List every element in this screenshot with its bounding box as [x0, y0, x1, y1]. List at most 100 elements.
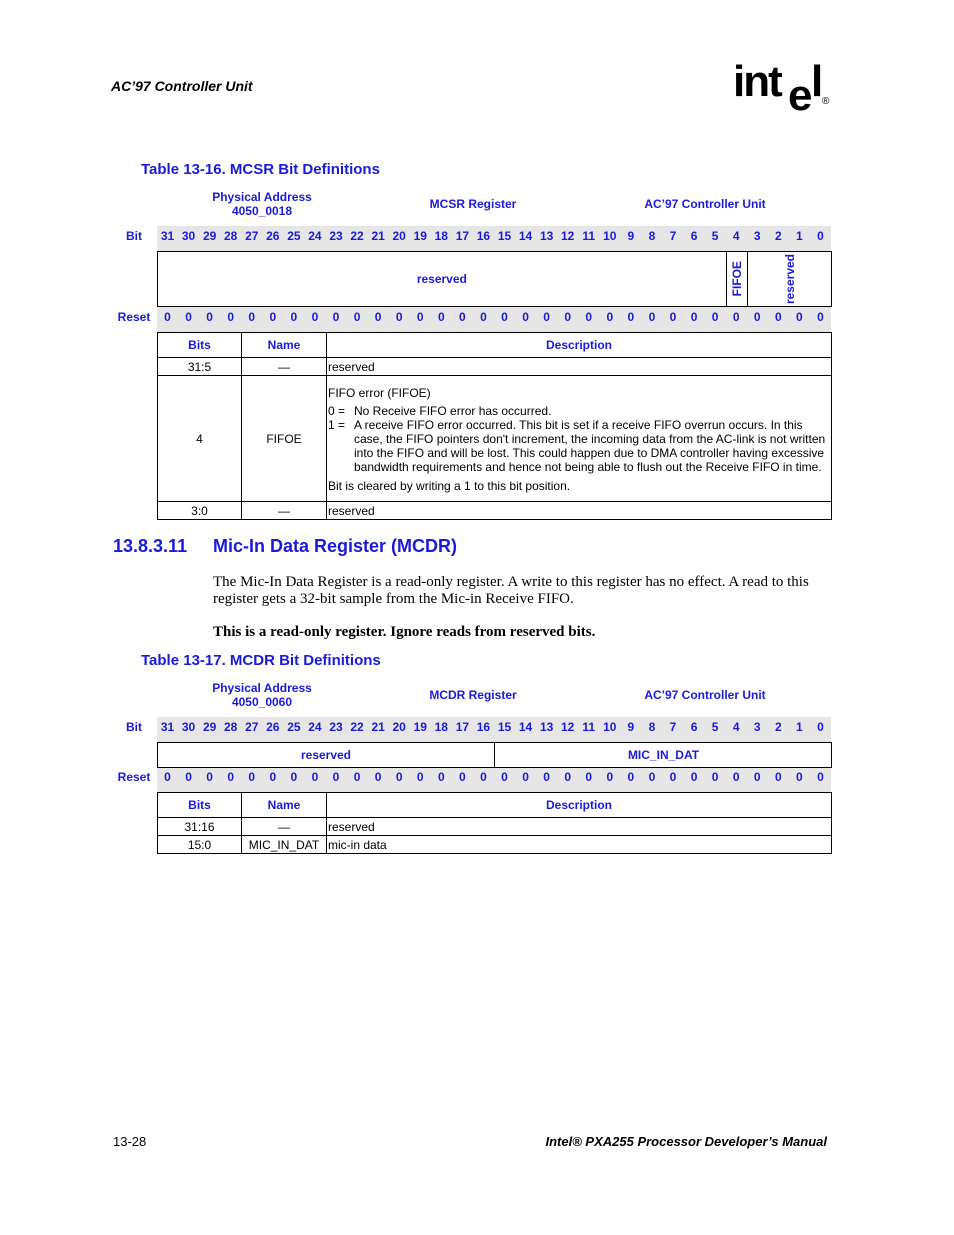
- register-field-label: reserved: [300, 748, 352, 762]
- bit-number: 22: [350, 720, 364, 734]
- reset-value: 0: [459, 310, 466, 324]
- register-field: reserved: [158, 743, 495, 767]
- reset-value: 0: [690, 770, 698, 784]
- bit-number: 14: [518, 229, 533, 243]
- table2-unit-name: AC’97 Controller Unit: [644, 688, 766, 702]
- bit-number: 17: [455, 720, 470, 734]
- bit-number: 23: [329, 229, 343, 243]
- reset-value: 0: [248, 310, 256, 324]
- item-value: No Receive FIFO error has occurred.: [354, 403, 552, 418]
- bit-number: 1: [796, 229, 803, 243]
- table-header-row: Bits Name Description: [157, 792, 832, 818]
- row-bits: 31:5: [157, 357, 242, 376]
- bit-number: 24: [308, 229, 322, 243]
- reset-value: 0: [459, 770, 466, 784]
- register-field: MIC_IN_DAT: [495, 743, 832, 767]
- bit-number: 8: [648, 720, 656, 734]
- row-description: reserved: [326, 357, 832, 376]
- col-name-header: Name: [241, 792, 327, 818]
- row-name: —: [241, 501, 327, 520]
- bit-number: 3: [753, 720, 761, 734]
- bit-number: 16: [476, 720, 491, 734]
- table1-bit-label: Bit: [126, 229, 142, 243]
- bit-number: 15: [497, 720, 512, 734]
- physical-address-value: 4050_0060: [231, 695, 293, 709]
- table1-reset-label: Reset: [117, 310, 151, 324]
- svg-text:®: ®: [822, 96, 830, 107]
- reset-value: 0: [185, 770, 192, 784]
- reset-value: 0: [164, 770, 171, 784]
- reset-value: 0: [501, 310, 508, 324]
- description-item: 1 = A receive FIFO error occurred. This …: [328, 418, 830, 474]
- bit-number: 15: [497, 229, 512, 243]
- bit-number: 25: [287, 720, 301, 734]
- reset-value: 0: [606, 310, 614, 324]
- section-note: This is a read-only register. Ignore rea…: [213, 624, 596, 640]
- bit-number: 11: [582, 720, 596, 734]
- reset-value: 0: [416, 310, 424, 324]
- bit-number: 14: [518, 720, 533, 734]
- bit-number: 18: [434, 720, 448, 734]
- bit-number: 29: [202, 229, 217, 243]
- row-bits: 4: [157, 375, 242, 502]
- reset-value: 0: [690, 310, 698, 324]
- bit-number: 7: [669, 229, 677, 243]
- reset-value: 0: [711, 310, 719, 324]
- reset-value: 0: [796, 310, 803, 324]
- reset-value: 0: [269, 770, 277, 784]
- bit-number: 13: [539, 720, 554, 734]
- section-paragraph: The Mic-In Data Register is a read-only …: [213, 574, 809, 607]
- table-row: 31:5 — reserved: [157, 357, 832, 376]
- register-field: reserved: [748, 252, 832, 306]
- table1-unit-name: AC’97 Controller Unit: [644, 197, 766, 211]
- reset-value: 0: [796, 770, 803, 784]
- description-item: 0 = No Receive FIFO error has occurred.: [328, 404, 830, 418]
- item-key: 0 =: [328, 403, 346, 418]
- reset-value: 0: [395, 310, 403, 324]
- reset-value: 0: [817, 310, 824, 324]
- bit-number: 3: [753, 229, 761, 243]
- reset-value: 0: [416, 770, 424, 784]
- bit-number: 28: [224, 720, 238, 734]
- reset-value: 0: [269, 310, 277, 324]
- reset-value: 0: [480, 770, 487, 784]
- reset-value: 0: [543, 310, 550, 324]
- register-field-label: reserved: [782, 253, 797, 305]
- table2-bit-numbers: 31 30 29 28 27 26 25 24 23 22 21 20 19 18 17 16 15 14 13 12…: [157, 720, 831, 736]
- intel-logo-icon: int e l ®: [733, 57, 830, 120]
- reset-value: 0: [374, 770, 382, 784]
- description-title: FIFO error (FIFOE): [328, 385, 431, 400]
- bit-number: 24: [308, 720, 322, 734]
- table2-reset-values: 00000000000000000000000000000000: [157, 770, 831, 786]
- table1-description-table: Bits Name Description 31:5 — reserved 4 …: [157, 332, 832, 520]
- reset-value: 0: [501, 770, 508, 784]
- reset-value: 0: [290, 770, 298, 784]
- bit-number: 0: [817, 229, 824, 243]
- row-description: FIFO error (FIFOE) 0 = No Receive FIFO e…: [326, 375, 832, 502]
- bit-number: 5: [711, 229, 719, 243]
- reset-value: 0: [732, 310, 740, 324]
- reset-value: 0: [164, 310, 171, 324]
- bit-number: 9: [627, 229, 635, 243]
- table-row: 4 FIFOE FIFO error (FIFOE) 0 = No Receiv…: [157, 375, 832, 502]
- bit-number: 2: [774, 229, 782, 243]
- bit-number: 4: [732, 229, 740, 243]
- bit-number: 13: [539, 229, 554, 243]
- register-field-label: MIC_IN_DAT: [627, 748, 700, 762]
- bit-number: 12: [561, 229, 575, 243]
- col-bits-header: Bits: [157, 792, 242, 818]
- bit-number: 20: [392, 229, 406, 243]
- row-name: MIC_IN_DAT: [241, 835, 327, 854]
- reset-value: 0: [817, 770, 824, 784]
- col-bits-header: Bits: [157, 332, 242, 358]
- bit-number: 30: [181, 720, 196, 734]
- row-name: FIFOE: [241, 375, 327, 502]
- bit-number: 9: [627, 720, 635, 734]
- table2-description-table: Bits Name Description 31:16 — reserved 1…: [157, 792, 832, 854]
- bit-number: 2: [774, 720, 782, 734]
- bit-number: 30: [181, 229, 196, 243]
- item-value: A receive FIFO error occurred. This bit …: [354, 417, 826, 474]
- reset-value: 0: [543, 770, 550, 784]
- col-name-header: Name: [241, 332, 327, 358]
- bit-number: 26: [266, 720, 280, 734]
